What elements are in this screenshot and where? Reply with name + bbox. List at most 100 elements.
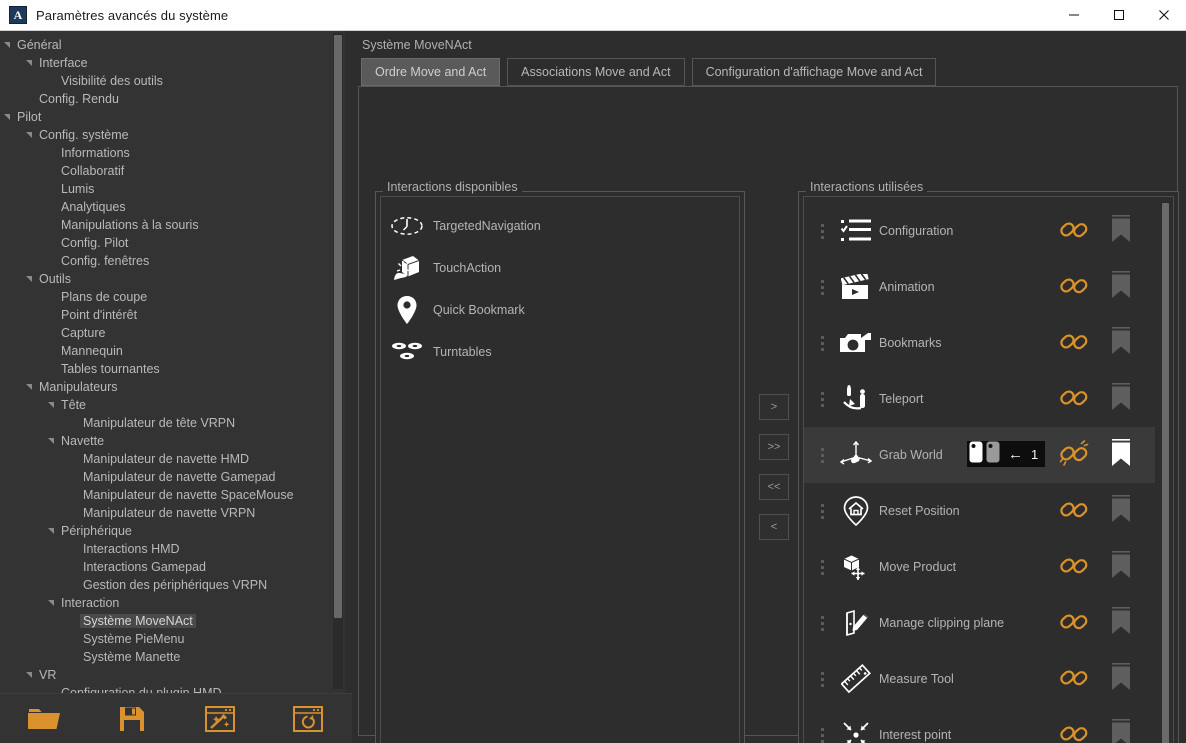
wizard-window-icon[interactable] [176,694,264,743]
expand-arrow-icon[interactable] [23,669,35,681]
available-list-item[interactable]: Turntables [381,331,739,373]
settings-tree[interactable]: Général Interface Visibilité des outils Con… [0,31,345,693]
link-icon[interactable] [1059,216,1089,249]
sidebar-item-lumis[interactable]: Lumis [0,180,345,198]
drag-handle-icon[interactable] [811,335,833,351]
used-list-item[interactable]: Measure Tool [804,651,1155,707]
move-all-left-button[interactable]: << [759,474,789,500]
used-list-scrollbar-thumb[interactable] [1162,203,1169,743]
bookmark-icon[interactable] [1110,270,1132,305]
sidebar-item-manipulateur-de-navette-gamepad[interactable]: Manipulateur de navette Gamepad [0,468,345,486]
sidebar-item-vr[interactable]: VR [0,666,345,684]
link-icon[interactable] [1059,552,1089,585]
sidebar-item-manipulateur-de-t-te-vrpn[interactable]: Manipulateur de tête VRPN [0,414,345,432]
sidebar-item-manipulateur-de-navette-vrpn[interactable]: Manipulateur de navette VRPN [0,504,345,522]
minimize-button[interactable] [1051,0,1096,31]
used-list-item[interactable]: Manage clipping plane [804,595,1155,651]
drag-handle-icon[interactable] [811,391,833,407]
link-icon[interactable] [1059,328,1089,361]
used-list-item[interactable]: Grab World ← 1 [804,427,1155,483]
sidebar-item-collaboratif[interactable]: Collaboratif [0,162,345,180]
used-list-item[interactable]: Configuration [804,203,1155,259]
move-left-button[interactable]: < [759,514,789,540]
sidebar-item-point-d-int-r-t[interactable]: Point d'intérêt [0,306,345,324]
sidebar-item-config-pilot[interactable]: Config. Pilot [0,234,345,252]
used-list-item[interactable]: Teleport [804,371,1155,427]
drag-handle-icon[interactable] [811,615,833,631]
bookmark-icon[interactable] [1110,214,1132,249]
sidebar-item-interactions-hmd[interactable]: Interactions HMD [0,540,345,558]
sidebar-item-pilot[interactable]: Pilot [0,108,345,126]
sidebar-item-interface[interactable]: Interface [0,54,345,72]
drag-handle-icon[interactable] [811,727,833,743]
bookmark-icon[interactable] [1110,382,1132,417]
link-icon[interactable] [1059,608,1089,641]
expand-arrow-icon[interactable] [23,381,35,393]
sidebar-item-p-riph-rique[interactable]: Périphérique [0,522,345,540]
drag-handle-icon[interactable] [811,503,833,519]
used-list-item[interactable]: Move Product [804,539,1155,595]
sidebar-item-config-rendu[interactable]: Config. Rendu [0,90,345,108]
sidebar-item-syst-me-manette[interactable]: Système Manette [0,648,345,666]
expand-arrow-icon[interactable] [23,57,35,69]
used-list-item[interactable]: Reset Position [804,483,1155,539]
expand-arrow-icon[interactable] [45,399,57,411]
save-floppy-icon[interactable] [88,694,176,743]
settings-tree-sidebar[interactable]: Général Interface Visibilité des outils Con… [0,31,345,693]
bookmark-icon[interactable] [1110,662,1132,697]
sidebar-item-t-te[interactable]: Tête [0,396,345,414]
link-icon[interactable] [1059,272,1089,305]
binding-badge[interactable]: ← 1 [967,441,1046,467]
sidebar-item-syst-me-movenact[interactable]: Système MoveNAct [0,612,345,630]
sidebar-item-manipulations-la-souris[interactable]: Manipulations à la souris [0,216,345,234]
sidebar-item-config-syst-me[interactable]: Config. système [0,126,345,144]
sidebar-item-manipulateur-de-navette-hmd[interactable]: Manipulateur de navette HMD [0,450,345,468]
expand-arrow-icon[interactable] [23,273,35,285]
transfer-button-column[interactable]: > >> << < [759,394,789,540]
drag-handle-icon[interactable] [811,559,833,575]
used-interactions-list[interactable]: Configuration Animation Bookmarks Teleport G… [803,196,1174,743]
expand-arrow-icon[interactable] [1,111,13,123]
sidebar-item-gestion-des-p-riph-riques-vrpn[interactable]: Gestion des périphériques VRPN [0,576,345,594]
sidebar-item-outils[interactable]: Outils [0,270,345,288]
used-list-item[interactable]: Interest point [804,707,1155,743]
bookmark-icon[interactable] [1110,326,1132,361]
bookmark-icon[interactable] [1110,550,1132,585]
link-icon[interactable] [1059,496,1089,529]
move-all-right-button[interactable]: >> [759,434,789,460]
sidebar-item-informations[interactable]: Informations [0,144,345,162]
tab-ordre-move-and-act[interactable]: Ordre Move and Act [361,58,501,86]
link-icon[interactable] [1059,384,1089,417]
available-list-item[interactable]: TargetedNavigation [381,205,739,247]
broken-link-icon[interactable] [1059,440,1089,473]
sidebar-item-interaction[interactable]: Interaction [0,594,345,612]
sidebar-item-capture[interactable]: Capture [0,324,345,342]
sidebar-item-navette[interactable]: Navette [0,432,345,450]
available-list-item[interactable]: TouchAction [381,247,739,289]
used-list-item[interactable]: Bookmarks [804,315,1155,371]
tab-associations-move-and-act[interactable]: Associations Move and Act [507,58,685,86]
move-right-button[interactable]: > [759,394,789,420]
sidebar-item-config-fen-tres[interactable]: Config. fenêtres [0,252,345,270]
expand-arrow-icon[interactable] [45,435,57,447]
sidebar-item-manipulateur-de-navette-spacemouse[interactable]: Manipulateur de navette SpaceMouse [0,486,345,504]
sidebar-scrollbar-thumb[interactable] [334,35,342,618]
sidebar-item-mannequin[interactable]: Mannequin [0,342,345,360]
sidebar-item-interactions-gamepad[interactable]: Interactions Gamepad [0,558,345,576]
close-button[interactable] [1141,0,1186,31]
sidebar-item-plans-de-coupe[interactable]: Plans de coupe [0,288,345,306]
expand-arrow-icon[interactable] [45,525,57,537]
sidebar-item-configuration-du-plugin-hmd[interactable]: Configuration du plugin HMD [0,684,345,693]
reset-window-icon[interactable] [264,694,352,743]
bookmark-icon[interactable] [1110,494,1132,529]
bookmark-icon[interactable] [1110,606,1132,641]
expand-arrow-icon[interactable] [23,129,35,141]
expand-arrow-icon[interactable] [45,597,57,609]
bookmark-icon[interactable] [1110,718,1132,743]
bookmark-icon[interactable] [1110,438,1132,473]
link-icon[interactable] [1059,664,1089,697]
drag-handle-icon[interactable] [811,279,833,295]
tab-bar[interactable]: Ordre Move and Act Associations Move and … [361,58,937,86]
drag-handle-icon[interactable] [811,671,833,687]
expand-arrow-icon[interactable] [1,39,13,51]
